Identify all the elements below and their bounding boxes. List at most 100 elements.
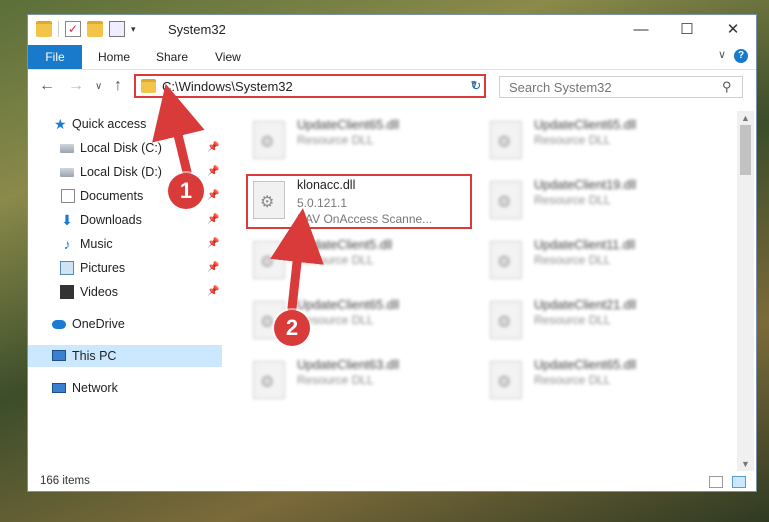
scrollbar-thumb[interactable] (740, 125, 751, 175)
music-note-icon: ♪ (63, 236, 71, 252)
toolbar-separator (58, 21, 59, 37)
gear-icon: ⚙ (497, 254, 512, 271)
up-arrow-icon[interactable]: ↑ (114, 77, 122, 95)
sidebar-item-onedrive[interactable]: OneDrive (28, 313, 222, 335)
pin-icon[interactable]: 📌 (207, 209, 219, 231)
file-name: UpdateClient65.dll (297, 118, 400, 132)
sidebar-item-network[interactable]: Network (28, 377, 222, 399)
gear-icon: ⚙ (260, 374, 275, 391)
tab-file[interactable]: File (28, 45, 82, 69)
address-bar[interactable]: C:\Windows\System32 ∨ (134, 74, 486, 98)
dll-file-icon: ⚙ (490, 121, 522, 159)
tab-home[interactable]: Home (98, 45, 130, 69)
recent-locations-chevron-icon[interactable]: ∨ (95, 81, 102, 92)
sidebar-item-videos[interactable]: Videos 📌 (28, 281, 222, 303)
file-item[interactable]: ⚙ UpdateClient5.dll Resource DLL (247, 233, 471, 287)
file-description: Resource DLL (534, 193, 611, 207)
sidebar-item-label: Local Disk (D:) (80, 165, 162, 179)
pictures-icon (60, 261, 74, 275)
tab-share[interactable]: Share (156, 45, 188, 69)
forward-arrow-icon[interactable]: → (68, 77, 84, 95)
gear-icon: ⚙ (260, 314, 275, 331)
minimize-button[interactable]: — (618, 15, 664, 45)
close-button[interactable]: ✕ (710, 15, 756, 45)
properties-check-icon[interactable]: ✓ (65, 21, 81, 37)
sidebar-item-downloads[interactable]: ⬇ Downloads 📌 (28, 209, 222, 231)
drive-icon (60, 144, 74, 153)
file-item[interactable]: ⚙ UpdateClient21.dll Resource DLL (484, 293, 708, 347)
search-input[interactable] (499, 76, 743, 98)
file-item[interactable]: ⚙ UpdateClient65.dll Resource DLL (247, 113, 471, 167)
file-item[interactable]: ⚙ UpdateClient11.dll Resource DLL (484, 233, 708, 287)
step-1-badge: 1 (168, 173, 204, 209)
status-bar: 166 items (28, 471, 756, 493)
file-description: Resource DLL (297, 253, 374, 267)
maximize-button[interactable]: ☐ (664, 15, 710, 45)
drive-icon (60, 168, 74, 177)
file-description: Resource DLL (297, 373, 374, 387)
quick-access-toolbar: ✓ ▾ (36, 21, 136, 37)
sidebar-item-label: Music (80, 237, 113, 251)
gear-icon: ⚙ (497, 314, 512, 331)
gear-icon: ⚙ (260, 134, 275, 151)
gear-icon: ⚙ (497, 134, 512, 151)
customize-toolbar-dropdown-icon[interactable]: ▾ (131, 24, 136, 35)
title-bar: ✓ ▾ System32 — ☐ ✕ (28, 15, 756, 45)
sidebar-item-music[interactable]: ♪ Music 📌 (28, 233, 222, 255)
new-folder-icon[interactable] (87, 21, 103, 37)
help-icon[interactable]: ? (734, 49, 748, 63)
scroll-down-arrow-icon[interactable]: ▼ (741, 459, 750, 469)
file-name: UpdateClient63.dll (297, 358, 400, 372)
gear-icon: ⚙ (260, 254, 275, 271)
dll-file-icon: ⚙ (253, 361, 285, 399)
file-item[interactable]: ⚙ UpdateClient63.dll Resource DLL (247, 353, 471, 407)
sidebar-item-label: Videos (80, 285, 118, 299)
pin-icon[interactable]: 📌 (207, 137, 219, 159)
tab-view[interactable]: View (215, 45, 241, 69)
vertical-scrollbar[interactable]: ▲ ▼ (737, 111, 754, 471)
file-name: UpdateClient65.dll (534, 358, 637, 372)
sidebar-item-this-pc[interactable]: This PC (28, 345, 222, 367)
computer-monitor-icon (52, 350, 66, 361)
sidebar-item-local-disk-c[interactable]: Local Disk (C:) 📌 (28, 137, 222, 159)
sidebar-item-label: Downloads (80, 213, 142, 227)
address-path[interactable]: C:\Windows\System32 (162, 79, 293, 94)
sidebar-item-pictures[interactable]: Pictures 📌 (28, 257, 222, 279)
sidebar-item-label: Documents (80, 189, 144, 203)
dll-file-icon: ⚙ (490, 361, 522, 399)
expand-ribbon-chevron-icon[interactable]: ∨ (718, 48, 726, 61)
details-view-icon[interactable] (709, 476, 723, 488)
document-icon (61, 189, 75, 203)
pin-icon[interactable]: 📌 (207, 185, 219, 207)
file-name: UpdateClient19.dll (534, 178, 637, 192)
file-description: Resource DLL (534, 373, 611, 387)
pin-icon[interactable]: 📌 (207, 233, 219, 255)
gear-icon: ⚙ (497, 374, 512, 391)
scroll-up-arrow-icon[interactable]: ▲ (741, 113, 750, 123)
view-properties-icon[interactable] (109, 21, 125, 37)
navigation-pane: ★ Quick access Local Disk (C:) 📌 Local D… (28, 111, 222, 471)
address-folder-icon (141, 79, 156, 93)
refresh-icon[interactable]: ↻ (467, 76, 485, 96)
file-name: UpdateClient5.dll (297, 238, 393, 252)
file-item[interactable]: ⚙ UpdateClient19.dll Resource DLL (484, 173, 708, 227)
file-item[interactable]: ⚙ UpdateClient65.dll Resource DLL (484, 113, 708, 167)
item-count: 166 items (40, 475, 90, 487)
pin-icon[interactable]: 📌 (207, 161, 219, 183)
sidebar-item-label: Local Disk (C:) (80, 141, 162, 155)
file-name: UpdateClient65.dll (534, 118, 637, 132)
back-arrow-icon[interactable]: ← (39, 77, 55, 95)
pin-icon[interactable]: 📌 (207, 257, 219, 279)
star-icon: ★ (54, 116, 67, 132)
pin-icon[interactable]: 📌 (207, 281, 219, 303)
file-name: UpdateClient65.dll (297, 298, 400, 312)
large-icons-view-icon[interactable] (732, 476, 746, 488)
file-description: Resource DLL (534, 133, 611, 147)
file-explorer-window: ✓ ▾ System32 — ☐ ✕ File Home Share View … (27, 14, 757, 492)
sidebar-item-label: OneDrive (72, 317, 125, 331)
file-item[interactable]: ⚙ UpdateClient65.dll Resource DLL (484, 353, 708, 407)
gear-icon: ⚙ (497, 194, 512, 211)
file-description: Resource DLL (297, 133, 374, 147)
sidebar-item-quick-access[interactable]: ★ Quick access (28, 113, 222, 135)
search-icon[interactable]: ⚲ (722, 79, 732, 95)
